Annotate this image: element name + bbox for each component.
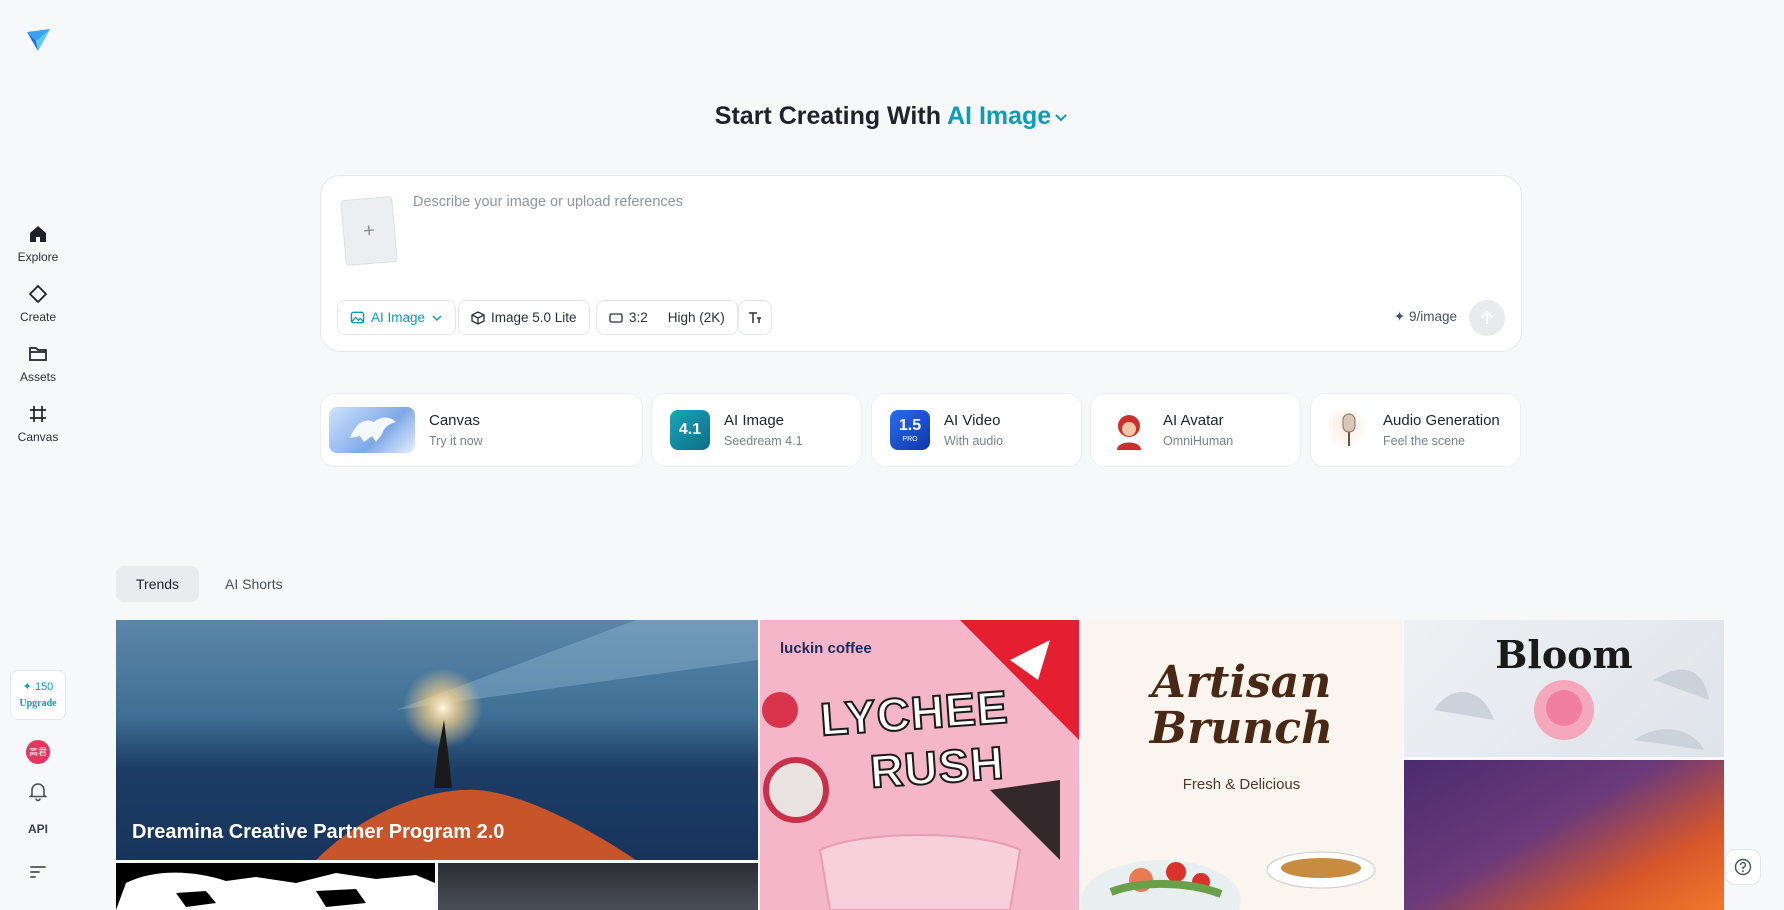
folder-icon	[29, 347, 47, 361]
card-subtitle: Feel the scene	[1383, 434, 1465, 448]
card-subtitle: Try it now	[429, 434, 483, 448]
feature-card-audio-generation[interactable]: Audio Generation Feel the scene	[1310, 393, 1521, 467]
ai-avatar-thumbnail	[1109, 410, 1149, 450]
video-badge-pro: PRO	[902, 435, 918, 443]
text-format-icon	[749, 311, 761, 323]
mode-dropdown-button[interactable]: AI Image	[337, 300, 457, 335]
tab-trends[interactable]: Trends	[116, 566, 200, 602]
sidebar: Explore Create Assets Canvas ✦ 150 Upgra…	[0, 0, 76, 910]
quality-label: High (2K)	[667, 310, 725, 325]
gallery-tile-storm[interactable]	[438, 863, 758, 910]
sidebar-item-label: Create	[19, 310, 57, 324]
cube-icon	[471, 310, 485, 325]
page-title: Start Creating With AI Image	[0, 102, 1784, 131]
prompt-box: + AI Image Image 5.0 Lite 3:2 High (2K) …	[320, 175, 1522, 352]
mode-selector-label: AI Image	[947, 102, 1052, 130]
home-icon	[30, 226, 46, 242]
bell-icon[interactable]	[27, 780, 49, 802]
menu-icon[interactable]	[27, 860, 49, 882]
help-button[interactable]	[1725, 849, 1761, 885]
sidebar-item-label: Explore	[17, 250, 59, 264]
upload-reference-button[interactable]: +	[340, 195, 398, 267]
arrow-up-icon	[1481, 310, 1493, 324]
sidebar-item-assets[interactable]: Assets	[0, 344, 76, 384]
sidebar-item-explore[interactable]: Explore	[0, 224, 76, 264]
chevron-down-icon	[432, 314, 442, 321]
crop-icon	[30, 406, 46, 422]
lychee-headline-2: RUSH	[867, 735, 1007, 798]
sidebar-item-label: Assets	[19, 370, 56, 384]
canvas-thumbnail	[329, 407, 415, 453]
model-select-label: Image 5.0 Lite	[491, 310, 577, 325]
card-subtitle: Seedream 4.1	[724, 434, 803, 448]
gallery-tile-clouds[interactable]	[1404, 760, 1724, 910]
card-title: AI Image	[724, 412, 785, 429]
image-icon	[350, 311, 365, 324]
card-title: Audio Generation	[1383, 412, 1500, 429]
microphone-icon	[1329, 410, 1369, 450]
video-badge-version: 1.5	[898, 416, 922, 434]
brunch-headline: Artisan Brunch	[1081, 657, 1402, 755]
ai-video-thumbnail: 1.5 PRO	[890, 410, 930, 450]
gallery-banner[interactable]: Dreamina Creative Partner Program 2.0	[116, 620, 758, 860]
sidebar-item-label: Canvas	[17, 430, 59, 444]
prompt-input[interactable]	[413, 194, 1313, 210]
ratio-quality-button[interactable]: 3:2 High (2K)	[596, 300, 738, 335]
feature-card-ai-avatar[interactable]: AI Avatar OmniHuman	[1090, 393, 1301, 467]
gallery-tile-bloom[interactable]: Bloom	[1404, 620, 1724, 757]
feature-card-ai-image[interactable]: 4.1 AI Image Seedream 4.1	[651, 393, 862, 467]
gallery-tile-lychee-rush[interactable]: luckin coffee LYCHEE RUSH	[760, 620, 1079, 910]
mode-dropdown-label: AI Image	[371, 310, 426, 325]
api-link[interactable]: API	[0, 822, 76, 836]
sidebar-item-create[interactable]: Create	[0, 284, 76, 324]
credits-count: ✦ 150	[22, 681, 54, 693]
ratio-label: 3:2	[629, 310, 648, 325]
avatar[interactable]: 高君	[26, 740, 50, 764]
lychee-brand-logo: luckin coffee	[780, 640, 872, 657]
brunch-headline-1: Artisan	[1151, 657, 1332, 708]
ai-image-thumbnail: 4.1	[670, 410, 710, 450]
tab-ai-shorts[interactable]: AI Shorts	[205, 566, 303, 602]
card-title: AI Video	[944, 412, 1001, 429]
diamond-icon	[28, 284, 48, 304]
upgrade-label: Upgrade	[19, 698, 57, 709]
mode-selector[interactable]: AI Image	[947, 102, 1069, 130]
brunch-headline-2: Brunch	[1149, 703, 1334, 755]
card-title: Canvas	[429, 412, 480, 429]
card-title: AI Avatar	[1163, 412, 1224, 429]
chevron-down-icon	[1055, 114, 1067, 122]
dreamina-logo-icon[interactable]	[24, 26, 52, 54]
text-style-button[interactable]	[738, 300, 772, 335]
question-icon	[1734, 858, 1752, 876]
brunch-subtitle: Fresh & Delicious	[1182, 776, 1301, 793]
gallery-tile-artisan-brunch[interactable]: Artisan Brunch Fresh & Delicious	[1081, 620, 1402, 910]
feature-card-canvas[interactable]: Canvas Try it now	[320, 393, 643, 467]
banner-title: Dreamina Creative Partner Program 2.0	[132, 821, 505, 843]
send-button[interactable]	[1469, 300, 1505, 336]
card-subtitle: With audio	[944, 434, 1004, 448]
sidebar-item-canvas[interactable]: Canvas	[0, 404, 76, 444]
card-subtitle: OmniHuman	[1163, 434, 1234, 448]
credits-upgrade-button[interactable]: ✦ 150 Upgrade	[10, 670, 66, 720]
feature-card-ai-video[interactable]: 1.5 PRO AI Video With audio	[871, 393, 1082, 467]
aspect-ratio-icon	[609, 312, 623, 323]
credit-cost: ✦ 9/image	[1393, 309, 1457, 324]
title-prefix: Start Creating With	[714, 102, 941, 130]
model-select-button[interactable]: Image 5.0 Lite	[458, 300, 590, 335]
gallery-tile-world-map[interactable]	[116, 863, 435, 910]
